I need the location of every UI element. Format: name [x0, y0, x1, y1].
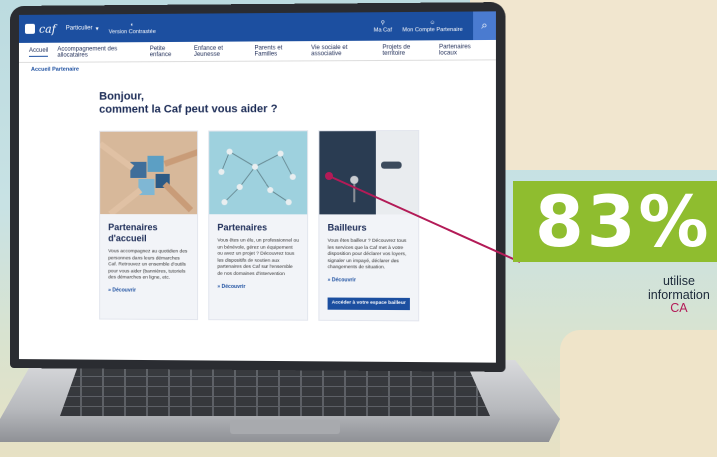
stat-caption-line3: CA	[648, 302, 710, 316]
stat-caption-line2: information	[648, 289, 710, 303]
stat-value: 83%	[535, 187, 712, 257]
stat-caption: utilise information CA	[648, 275, 710, 316]
stat-badge: 83%	[513, 181, 717, 262]
stat-caption-line1: utilise	[648, 275, 710, 289]
